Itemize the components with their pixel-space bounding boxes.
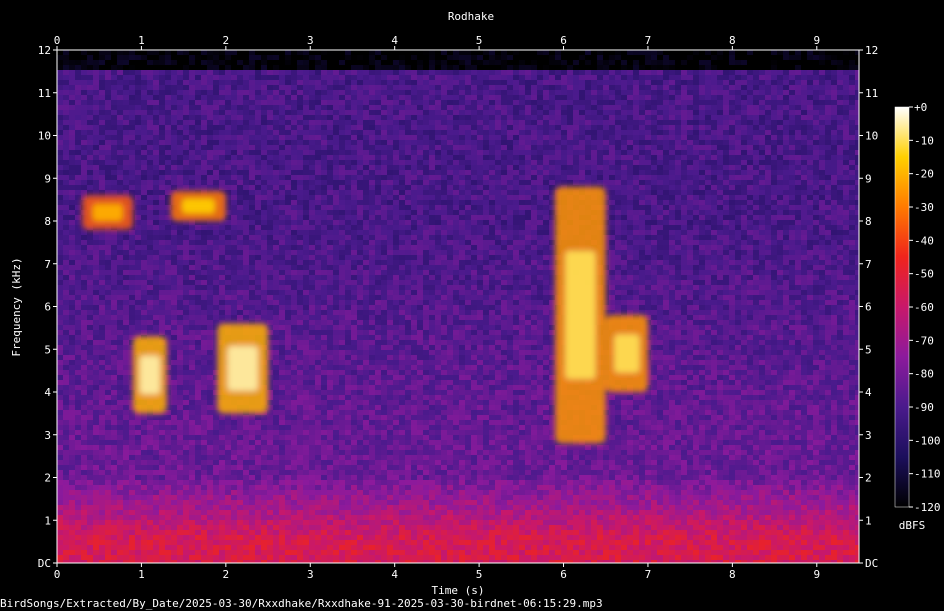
y-tick-label-left: 10 — [38, 130, 51, 143]
call-event-core — [614, 334, 640, 373]
y-tick-label-left: 4 — [44, 386, 51, 399]
y-tick-label-right: 12 — [865, 44, 878, 57]
y-tick-label-left: 3 — [44, 429, 51, 442]
colorbar-tick-label: -90 — [914, 401, 934, 414]
x-tick-label-top: 1 — [138, 34, 145, 47]
x-tick-label-bottom: 6 — [560, 568, 567, 581]
y-tick-label-right: DC — [865, 557, 878, 570]
y-tick-label-left: 12 — [38, 44, 51, 57]
spectrogram-image — [57, 50, 859, 563]
y-tick-label-right: 10 — [865, 130, 878, 143]
colorbar-tick-label: -30 — [914, 201, 934, 214]
x-tick-label-top: 5 — [476, 34, 483, 47]
spectrogram-figure: Rodhake 0 0 1 1 2 2 3 3 4 4 5 5 6 6 7 7 8 8 9 9 DC DC 1 1 2 2 3 3 4 4… — [0, 0, 944, 611]
spectrogram-chart: Rodhake 00112233445566778899DC DC1 12 23 34 4… — [10, 10, 941, 597]
y-tick-label-left: 11 — [38, 87, 51, 100]
call-event-core — [139, 355, 160, 395]
x-tick-label-bottom: 7 — [645, 568, 652, 581]
y-tick-label-left: 9 — [44, 172, 51, 185]
call-event-core — [565, 250, 596, 380]
y-tick-label-left: 2 — [44, 472, 51, 485]
y-tick-label-right: 4 — [865, 386, 872, 399]
colorbar-ticks: +0 -10 -20 -30 -40 -50 -60 -70 -80 -90 -100 -110 -12… — [909, 101, 941, 514]
colorbar-tick-label: -40 — [914, 234, 934, 247]
colorbar-tick-label: -60 — [914, 301, 934, 314]
y-tick-label-left: 5 — [44, 343, 51, 356]
x-tick-label-bottom: 8 — [729, 568, 736, 581]
x-tick-label-bottom: 2 — [223, 568, 230, 581]
x-tick-label-top: 7 — [645, 34, 652, 47]
x-tick-label-bottom: 4 — [391, 568, 398, 581]
y-tick-label-right: 6 — [865, 301, 872, 314]
y-axis-label: Frequency (kHz) — [10, 257, 23, 356]
x-tick-label-bottom: 9 — [813, 568, 820, 581]
x-tick-label-bottom: 0 — [54, 568, 61, 581]
call-event-core — [227, 346, 258, 391]
y-tick-label-right: 3 — [865, 429, 872, 442]
y-tick-label-left: 1 — [44, 514, 51, 527]
call-event-core — [181, 198, 215, 214]
x-tick-label-top: 6 — [560, 34, 567, 47]
colorbar-tick-label: -50 — [914, 268, 934, 281]
colorbar-tick-label: -20 — [914, 168, 934, 181]
x-tick-label-top: 2 — [223, 34, 230, 47]
colorbar-tick-label: -10 — [914, 134, 934, 147]
x-tick-label-top: 0 — [54, 34, 61, 47]
chart-title: Rodhake — [448, 10, 494, 23]
colorbar-tick-label: -110 — [914, 468, 941, 481]
x-tick-label-top: 3 — [307, 34, 314, 47]
y-tick-label-right: 8 — [865, 215, 872, 228]
x-tick-label-bottom: 5 — [476, 568, 483, 581]
y-tick-label-left: DC — [38, 557, 51, 570]
file-path-caption: BirdSongs/Extracted/By_Date/2025-03-30/R… — [0, 597, 603, 610]
y-tick-label-right: 2 — [865, 472, 872, 485]
y-tick-label-left: 7 — [44, 258, 51, 271]
call-event-core — [92, 203, 123, 221]
x-tick-label-top: 9 — [813, 34, 820, 47]
colorbar-tick-label: -100 — [914, 434, 941, 447]
colorbar-label: dBFS — [899, 519, 926, 532]
y-tick-label-left: 8 — [44, 215, 51, 228]
x-tick-label-bottom: 3 — [307, 568, 314, 581]
x-tick-label-top: 4 — [391, 34, 398, 47]
colorbar-tick-label: -80 — [914, 368, 934, 381]
x-tick-label-bottom: 1 — [138, 568, 145, 581]
y-tick-label-left: 6 — [44, 301, 51, 314]
colorbar — [894, 106, 910, 508]
x-axis-label: Time (s) — [432, 584, 485, 597]
y-tick-label-right: 7 — [865, 258, 872, 271]
y-tick-label-right: 11 — [865, 87, 878, 100]
y-tick-label-right: 1 — [865, 514, 872, 527]
x-tick-label-top: 8 — [729, 34, 736, 47]
colorbar-tick-label: +0 — [914, 101, 927, 114]
colorbar-tick-label: -120 — [914, 501, 941, 514]
y-tick-label-right: 9 — [865, 172, 872, 185]
y-tick-label-right: 5 — [865, 343, 872, 356]
colorbar-tick-label: -70 — [914, 334, 934, 347]
